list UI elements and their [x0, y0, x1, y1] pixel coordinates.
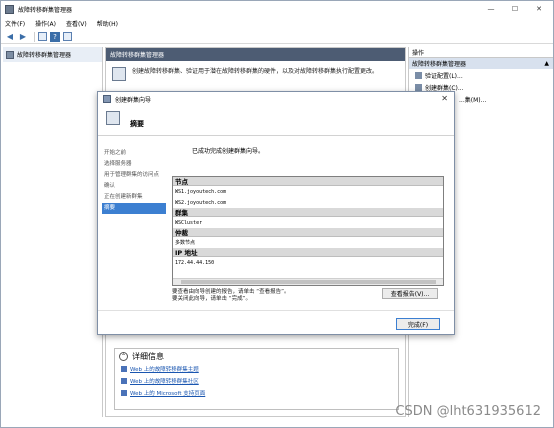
section-quorum: 仲裁 [173, 228, 443, 237]
step-creating-cluster: 正在创建新群集 [104, 194, 143, 200]
toolbar: ◀ ▶ ? [1, 30, 553, 44]
web-link-icon [121, 378, 127, 384]
web-link-icon [121, 390, 127, 396]
wizard-steps: 开始之前 选择服务器 用于管理群集的访问点 确认 正在创建新群集 摘要 [102, 148, 166, 214]
help-icon[interactable]: ? [50, 31, 60, 42]
details-title: 详细信息 [132, 351, 164, 361]
link-microsoft-support[interactable]: Web 上的 Microsoft 支持页面 [115, 387, 398, 399]
action-pane-icon[interactable] [63, 32, 72, 41]
wizard-page-title: 摘要 [130, 120, 144, 128]
summary-box: 节点 WS1.joyoutech.com WS2.joyoutech.com 群… [172, 176, 444, 286]
success-message: 已成功完成创建群集向导。 [192, 148, 265, 155]
link-cluster-topics[interactable]: Web 上的故障转移群集主题 [115, 363, 398, 375]
menu-action[interactable]: 操作(A) [35, 19, 56, 28]
section-cluster: 群集 [173, 208, 443, 217]
step-access-point: 用于管理群集的访问点 [104, 172, 160, 178]
center-header: 故障转移群集管理器 [106, 48, 405, 61]
ip-value: 172.44.44.150 [175, 259, 215, 266]
action-label: ...集(M)... [459, 96, 487, 104]
menu-help[interactable]: 帮助(H) [97, 19, 118, 28]
app-icon [5, 4, 14, 14]
collapse-arrow-icon[interactable]: ▲ [544, 60, 549, 67]
cluster-icon [112, 67, 126, 81]
details-heading[interactable]: ⌃ 详细信息 [115, 349, 398, 363]
menu-file[interactable]: 文件(F) [5, 19, 25, 28]
wizard-header: 摘要 [98, 106, 454, 136]
link-label: Web 上的 Microsoft 支持页面 [130, 391, 206, 397]
link-cluster-community[interactable]: Web 上的故障转移群集社区 [115, 375, 398, 387]
notice-line: 要关闭此向导，请单击 “完成”。 [172, 296, 251, 302]
watermark: CSDN @lht631935612 [395, 404, 541, 419]
section-ip: IP 地址 [173, 248, 443, 257]
title-bar: 故障转移群集管理器 — ☐ ✕ [1, 1, 553, 17]
details-panel: ⌃ 详细信息 Web 上的故障转移群集主题 Web 上的故障转移群集社区 Web… [114, 348, 399, 410]
tree-item-label: 故障转移群集管理器 [17, 52, 72, 59]
create-cluster-wizard: 创建群集向导 ✕ 摘要 开始之前 选择服务器 用于管理群集的访问点 确认 正在创… [97, 91, 455, 335]
quorum-value: 多数节点 [175, 240, 196, 246]
show-hide-console-tree-icon[interactable] [38, 32, 47, 41]
action-validate-config[interactable]: 验证配置(L)... [409, 69, 553, 81]
toolbar-separator [34, 31, 35, 42]
wizard-page-icon [106, 111, 120, 125]
section-nodes: 节点 [173, 177, 443, 186]
finish-button[interactable]: 完成(F) [396, 318, 440, 330]
action-label: 验证配置(L)... [425, 72, 463, 80]
maximize-button[interactable]: ☐ [503, 1, 527, 17]
minimize-button[interactable]: — [479, 1, 503, 17]
actions-subheader[interactable]: 故障转移群集管理器 ▲ [409, 58, 553, 69]
main-window: 故障转移群集管理器 — ☐ ✕ 文件(F) 操作(A) 查看(V) 帮助(H) … [0, 0, 554, 428]
tree-item-root[interactable]: 故障转移群集管理器 [3, 47, 102, 62]
step-confirmation: 确认 [104, 183, 116, 189]
horizontal-scrollbar[interactable] [173, 278, 443, 285]
view-report-button[interactable]: 查看报告(V)... [382, 288, 438, 299]
forward-arrow-icon[interactable]: ▶ [18, 32, 28, 42]
validate-icon [415, 71, 422, 79]
report-notice: 要查看由向导创建的报告，请单击 “查看报告”。 要关闭此向导，请单击 “完成”。 [172, 289, 289, 303]
link-label: Web 上的故障转移群集社区 [130, 379, 199, 385]
close-button[interactable]: ✕ [527, 1, 551, 17]
notice-line: 要查看由向导创建的报告，请单击 “查看报告”。 [172, 289, 290, 295]
create-cluster-icon [415, 83, 422, 91]
cluster-name-value: WSCluster [175, 219, 203, 226]
window-title: 故障转移群集管理器 [18, 6, 73, 14]
console-tree: 故障转移群集管理器 [3, 47, 103, 417]
node-value: WS1.joyoutech.com [175, 188, 227, 195]
footer-divider [98, 310, 454, 311]
wizard-body: 已成功完成创建群集向导。 节点 WS1.joyoutech.com WS2.jo… [172, 146, 450, 302]
menu-view[interactable]: 查看(V) [66, 19, 87, 28]
actions-subheader-label: 故障转移群集管理器 [412, 61, 467, 68]
collapse-icon[interactable]: ⌃ [119, 351, 128, 361]
wizard-title: 创建群集向导 [115, 96, 152, 104]
wizard-icon [103, 95, 111, 103]
back-arrow-icon[interactable]: ◀ [5, 32, 15, 42]
wizard-title-bar: 创建群集向导 [98, 92, 454, 106]
actions-header: 操作 [409, 47, 553, 58]
step-summary: 摘要 [102, 203, 166, 214]
menu-bar: 文件(F) 操作(A) 查看(V) 帮助(H) [1, 18, 553, 29]
link-label: Web 上的故障转移群集主题 [130, 367, 199, 373]
step-select-servers: 选择服务器 [104, 161, 132, 167]
step-before-you-begin: 开始之前 [104, 150, 127, 156]
node-value: WS2.joyoutech.com [175, 199, 227, 206]
wizard-close-icon[interactable]: ✕ [441, 94, 448, 103]
scrollbar-thumb[interactable] [181, 280, 436, 284]
web-link-icon [121, 366, 127, 372]
cluster-manager-icon [6, 50, 14, 59]
